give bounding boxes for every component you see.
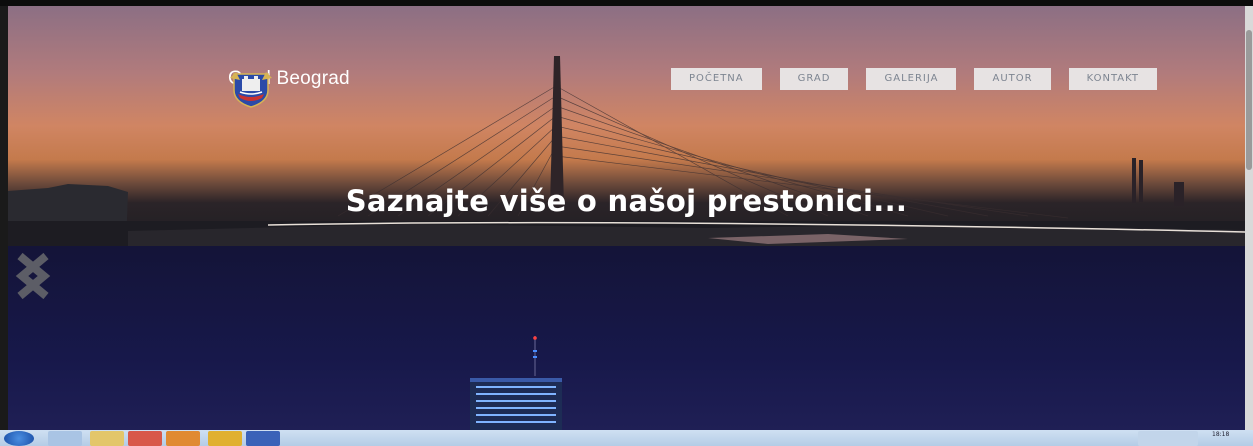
nav-item-kontakt[interactable]: KONTAKT <box>1068 68 1158 90</box>
start-button-icon[interactable] <box>4 431 34 446</box>
site-brand[interactable]: Grad Beograd <box>228 68 350 108</box>
media-player-icon[interactable] <box>166 431 200 446</box>
word-icon[interactable] <box>246 431 280 446</box>
main-nav: POČETNA GRAD GALERIJA AUTOR KONTAKT <box>671 68 1158 90</box>
internet-explorer-icon[interactable] <box>48 431 82 446</box>
night-tower-image <box>470 336 562 430</box>
windows-taskbar: 18:18 <box>0 430 1253 446</box>
chrome-icon[interactable] <box>128 431 162 446</box>
hero-title: Saznajte više o našoj prestonici... <box>345 184 908 218</box>
taskbar-clock[interactable]: 18:18 <box>1212 431 1229 438</box>
nav-item-pocetna[interactable]: POČETNA <box>671 68 762 90</box>
belgrade-coat-of-arms-icon <box>230 72 272 108</box>
image-carousel <box>8 246 1245 430</box>
window-frame-left <box>0 6 8 430</box>
nav-item-grad[interactable]: GRAD <box>779 68 849 90</box>
file-explorer-icon[interactable] <box>90 431 124 446</box>
firefox-icon[interactable] <box>208 431 242 446</box>
nav-item-autor[interactable]: AUTOR <box>974 68 1051 90</box>
hero-section: Grad Beograd POČETNA GRAD GALERIJA AUTOR… <box>8 6 1245 246</box>
scrollbar-thumb[interactable] <box>1246 30 1252 170</box>
nav-item-galerija[interactable]: GALERIJA <box>866 68 957 90</box>
system-tray[interactable] <box>1138 431 1198 446</box>
chevron-right-icon[interactable] <box>8 246 58 306</box>
